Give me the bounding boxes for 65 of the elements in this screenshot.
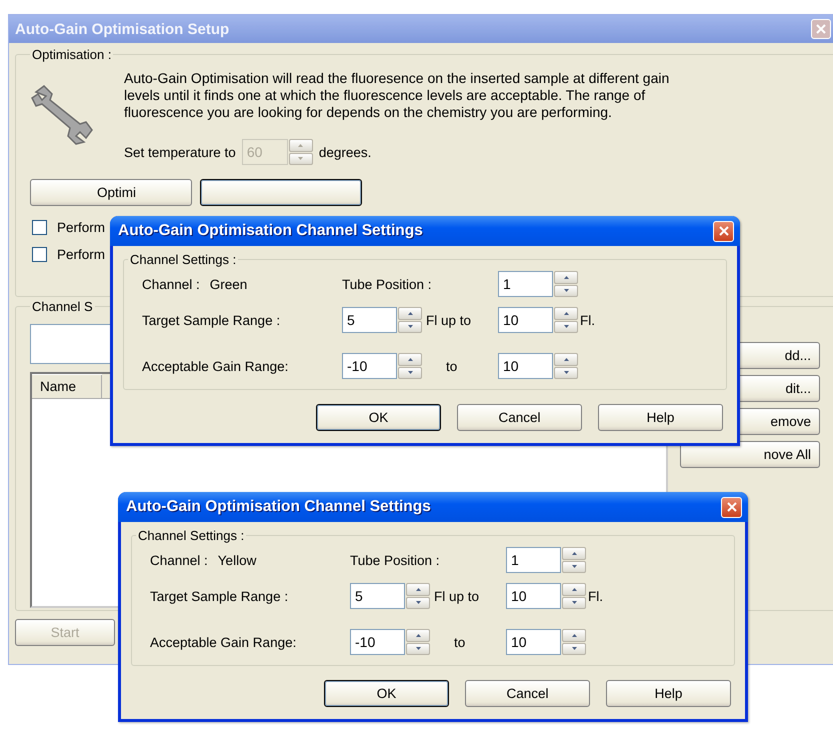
window-title: Auto-Gain Optimisation Setup [15,20,230,38]
close-icon [726,502,736,512]
dialog-button[interactable]: Help [598,404,723,431]
checkbox-label: Perform [57,220,106,235]
group-legend: Channel Settings : [136,528,246,543]
dialog-button[interactable]: Cancel [465,680,590,707]
up-to-label: Fl up to [425,312,472,328]
temperature-unit: degrees. [318,144,372,160]
checkbox[interactable] [32,247,47,262]
channel-label: Channel : [150,552,208,568]
target-range-label: Target Sample Range : [150,588,290,604]
dialog-button[interactable]: Cancel [457,404,582,431]
optimise-button[interactable] [200,179,362,206]
gain-range-label: Acceptable Gain Range: [142,358,290,374]
gain-range-label: Acceptable Gain Range: [150,634,298,650]
column-header[interactable]: Name [32,374,102,398]
group-legend: Channel S [30,299,95,314]
tube-position-field[interactable]: 1 [506,547,561,573]
range-to-field[interactable]: 10 [506,583,561,609]
spin-buttons[interactable] [554,307,578,333]
close-icon [718,226,728,236]
optimise-button[interactable]: Optimi [30,179,192,206]
gain-to-field[interactable]: 10 [506,629,561,655]
checkbox-label: Perform [57,247,106,262]
channel-name: Green [210,276,248,292]
spin-buttons[interactable] [554,353,578,379]
channel-label: Channel : [142,276,200,292]
spin-buttons[interactable] [562,629,586,655]
spin-buttons[interactable] [406,629,430,655]
spin-buttons[interactable] [562,547,586,573]
range-from-field[interactable]: 5 [342,307,397,333]
range-from-field[interactable]: 5 [350,583,405,609]
dialog-button[interactable]: Help [606,680,731,707]
spin-buttons[interactable] [398,307,422,333]
range-to-field[interactable]: 10 [498,307,553,333]
dialog-button[interactable]: OK [316,404,441,431]
gain-from-field[interactable]: -10 [350,629,405,655]
to-label: to [453,634,466,650]
target-range-label: Target Sample Range : [142,312,282,328]
group-legend: Optimisation : [30,47,114,62]
close-button[interactable] [721,496,742,518]
gain-from-field[interactable]: -10 [342,353,397,379]
channel-name: Yellow [218,552,256,568]
list-action-button[interactable]: nove All [680,441,820,468]
description-text: Auto-Gain Optimisation will read the fluoresence on the inserted sample at different gain levels until it finds one at which the fluorescence levels are acceptable. The range of fluorescence you are looking for depends on the chemistry you are performing. [124,70,670,121]
spin-buttons[interactable] [398,353,422,379]
group-legend: Channel Settings : [128,252,238,267]
close-button[interactable] [713,220,734,242]
dialog-title: Auto-Gain Optimisation Channel Settings [118,222,423,240]
close-icon [816,24,826,34]
dialog-button[interactable]: OK [324,680,449,707]
gain-to-field[interactable]: 10 [498,353,553,379]
temperature-label: Set temperature to [124,144,236,160]
unit-label: Fl. [580,312,596,328]
dialog-title: Auto-Gain Optimisation Channel Settings [126,498,431,516]
tube-position-label: Tube Position : [342,276,432,292]
spin-buttons[interactable] [554,271,578,297]
tube-position-field[interactable]: 1 [498,271,553,297]
tube-position-label: Tube Position : [350,552,440,568]
spin-buttons[interactable] [406,583,430,609]
checkbox[interactable] [32,220,47,235]
to-label: to [445,358,458,374]
spin-buttons[interactable] [562,583,586,609]
up-to-label: Fl up to [433,588,480,604]
unit-label: Fl. [588,588,604,604]
